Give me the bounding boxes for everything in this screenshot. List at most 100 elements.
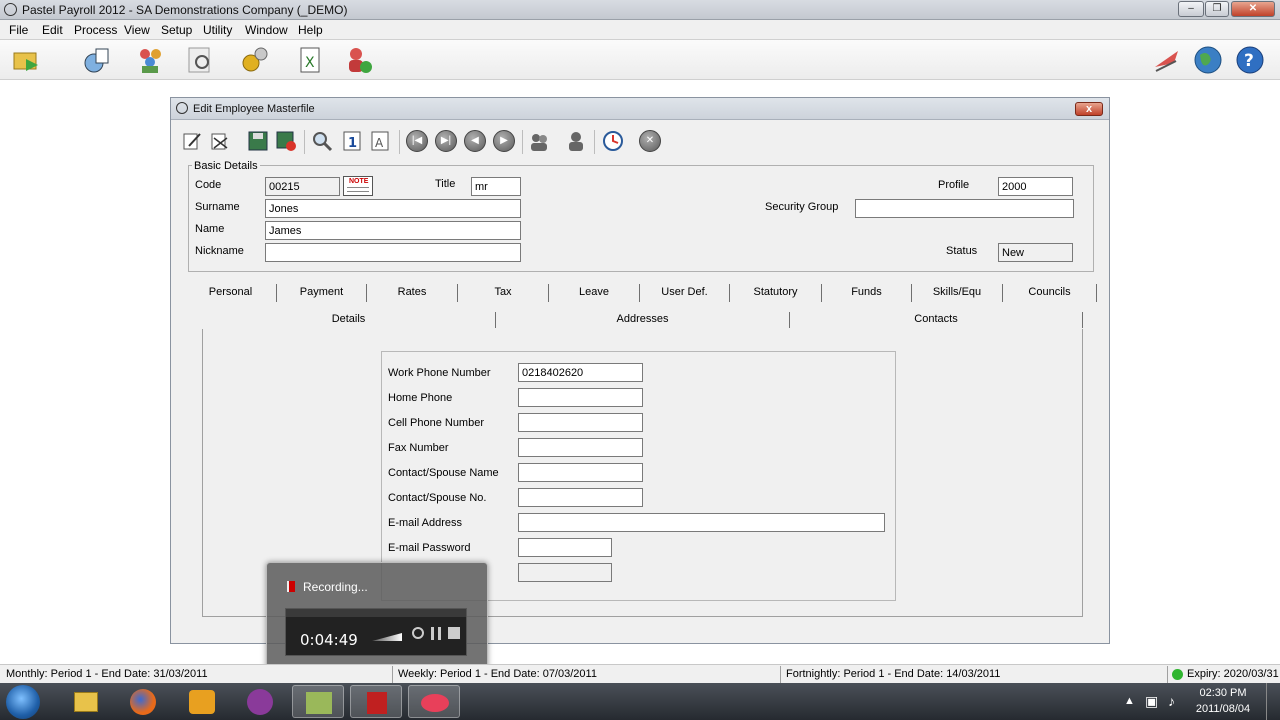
pause-icon[interactable] (431, 627, 441, 640)
nickname-field[interactable] (265, 243, 521, 262)
search-icon[interactable] (186, 45, 216, 75)
tab-skills-equ[interactable]: Skills/Equ (912, 284, 1003, 302)
stop-icon[interactable] (448, 627, 460, 639)
name-field[interactable]: James (265, 221, 521, 240)
next-record-icon[interactable]: ▶ (493, 130, 515, 152)
profile-label: Profile (938, 179, 970, 191)
employees-icon[interactable] (136, 45, 166, 75)
tab-personal[interactable]: Personal (185, 284, 277, 302)
spouse-name-label: Contact/Spouse Name (388, 467, 499, 479)
taskbar-outlook[interactable] (176, 685, 228, 718)
edit-icon[interactable] (181, 130, 203, 152)
volume-icon[interactable]: ♪ (1168, 693, 1175, 709)
backup-icon[interactable] (82, 45, 112, 75)
close-button[interactable]: ✕ (1231, 1, 1275, 17)
status-field[interactable]: New (998, 243, 1073, 262)
email-password-field[interactable] (518, 538, 612, 557)
setup-gears-icon[interactable] (240, 45, 270, 75)
dialog-title-bar: Edit Employee Masterfile x (171, 98, 1109, 120)
spouse-number-field[interactable] (518, 488, 643, 507)
home-phone-field[interactable] (518, 388, 643, 407)
work-phone-field[interactable]: 0218402620 (518, 363, 643, 382)
menu-view[interactable]: View (124, 23, 150, 37)
menu-window[interactable]: Window (245, 23, 288, 37)
menu-setup[interactable]: Setup (161, 23, 192, 37)
pastel-logo-icon[interactable] (1152, 45, 1182, 75)
surname-label: Surname (195, 201, 240, 213)
text-icon[interactable]: A (369, 130, 391, 152)
globe-icon[interactable] (1193, 45, 1223, 75)
code-field[interactable]: 00215 (265, 177, 340, 196)
taskbar-recorder[interactable] (350, 685, 402, 718)
tab-councils[interactable]: Councils (1003, 284, 1097, 302)
save-close-icon[interactable] (275, 130, 297, 152)
email-address-field[interactable] (518, 513, 885, 532)
clock-time[interactable]: 02:30 PM (1190, 687, 1256, 699)
disabled-field (518, 563, 612, 582)
outlook-icon (189, 690, 215, 714)
expiry-date: Expiry: 2020/03/31 (1187, 668, 1279, 680)
restore-button[interactable]: ❐ (1205, 1, 1229, 17)
tab-funds[interactable]: Funds (822, 284, 912, 302)
open-icon[interactable] (12, 45, 42, 75)
show-hidden-icons[interactable]: ▲ (1124, 695, 1135, 707)
recorder-icon (367, 692, 387, 714)
dialog-close-button[interactable]: x (1075, 102, 1103, 116)
show-desktop-button[interactable] (1266, 683, 1280, 720)
subtab-addresses[interactable]: Addresses (496, 312, 790, 328)
cell-phone-field[interactable] (518, 413, 643, 432)
notes-icon (306, 692, 332, 714)
excel-export-icon[interactable]: X (297, 45, 327, 75)
menu-help[interactable]: Help (298, 23, 323, 37)
taskbar-pastel[interactable] (408, 685, 460, 718)
tab-rates[interactable]: Rates (367, 284, 458, 302)
taskbar-notes[interactable] (292, 685, 344, 718)
surname-field[interactable]: Jones (265, 199, 521, 218)
title-field[interactable]: mr (471, 177, 521, 196)
basic-details-legend: Basic Details (192, 160, 260, 172)
person-icon[interactable] (565, 130, 587, 152)
tab-tax[interactable]: Tax (458, 284, 549, 302)
tab-payment[interactable]: Payment (277, 284, 367, 302)
fax-number-field[interactable] (518, 438, 643, 457)
tab-leave[interactable]: Leave (549, 284, 640, 302)
search-icon[interactable] (311, 130, 333, 152)
recording-timer: 0:04:49 (300, 631, 358, 649)
menu-utility[interactable]: Utility (203, 23, 232, 37)
people-icon[interactable] (528, 130, 550, 152)
calendar-clock-icon[interactable] (602, 130, 624, 152)
tab-user-def[interactable]: User Def. (640, 284, 730, 302)
previous-record-icon[interactable]: ◀ (464, 130, 486, 152)
user-info-icon[interactable] (344, 45, 374, 75)
subtab-contacts[interactable]: Contacts (790, 312, 1083, 328)
menu-bar: File Edit Process View Setup Utility Win… (0, 20, 1280, 40)
minimize-button[interactable]: – (1178, 1, 1204, 17)
close-circle-icon[interactable]: ✕ (639, 130, 661, 152)
tab-statutory[interactable]: Statutory (730, 284, 822, 302)
record-icon[interactable] (412, 627, 424, 639)
toolbar-separator (304, 130, 305, 154)
last-record-icon[interactable]: ▶| (435, 130, 457, 152)
menu-process[interactable]: Process (74, 23, 117, 37)
subtab-details[interactable]: Details (202, 312, 496, 328)
profile-field[interactable]: 2000 (998, 177, 1073, 196)
spouse-name-field[interactable] (518, 463, 643, 482)
edit-all-icon[interactable] (209, 130, 231, 152)
save-icon[interactable] (247, 130, 269, 152)
taskbar-firefox[interactable] (118, 685, 170, 718)
help-icon[interactable]: ? (1235, 45, 1265, 75)
note-button[interactable]: NOTE (343, 176, 373, 196)
expiry-status-icon (1172, 669, 1183, 680)
network-icon[interactable]: ▣ (1145, 693, 1158, 710)
svg-text:1: 1 (348, 136, 357, 151)
info-icon[interactable]: 1 (341, 130, 363, 152)
taskbar-explorer[interactable] (60, 685, 112, 718)
recorder-overlay[interactable]: Recording... 0:04:49 (266, 562, 488, 675)
clock-date[interactable]: 2011/08/04 (1190, 703, 1256, 715)
first-record-icon[interactable]: |◀ (406, 130, 428, 152)
start-button[interactable] (6, 685, 40, 719)
security-group-field[interactable] (855, 199, 1074, 218)
menu-edit[interactable]: Edit (42, 23, 63, 37)
menu-file[interactable]: File (9, 23, 28, 37)
taskbar-media[interactable] (234, 685, 286, 718)
